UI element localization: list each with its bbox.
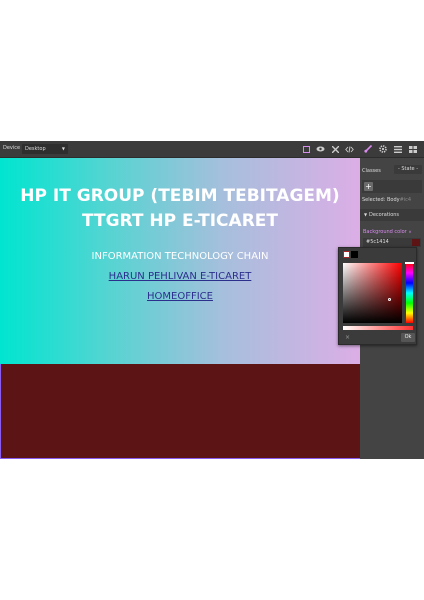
hero-subtitle: INFORMATION TECHNOLOGY CHAIN xyxy=(91,251,269,262)
square-outline-icon[interactable] xyxy=(301,144,311,154)
homeoffice-link[interactable]: HOMEOFFICE xyxy=(147,291,213,302)
ok-button[interactable]: Ok xyxy=(401,333,415,342)
alpha-slider[interactable] xyxy=(343,326,413,330)
selected-id: #ic4 xyxy=(399,197,412,203)
eye-icon[interactable] xyxy=(315,144,325,154)
gear-icon[interactable] xyxy=(378,144,388,154)
hero-title-line2: TTGRT HP E-TICARET xyxy=(81,211,278,231)
selected-label: Selected: xyxy=(362,197,386,203)
classes-label: Classes xyxy=(362,168,381,174)
color-swatch[interactable] xyxy=(412,239,420,246)
hero-section[interactable]: HP IT GROUP (TEBIM TEBITAGEM) TTGRT HP E… xyxy=(0,158,360,364)
color-picker-handle[interactable] xyxy=(388,298,391,301)
add-class-button[interactable]: + xyxy=(364,182,373,191)
selected-body-section[interactable] xyxy=(0,364,360,459)
hero-link-company[interactable]: HARUN PEHLIVAN E-TICARET xyxy=(0,271,360,282)
blocks-icon[interactable] xyxy=(408,144,418,154)
selected-info: Selected: Body#ic4 xyxy=(362,197,411,203)
design-canvas[interactable]: HP IT GROUP (TEBIM TEBITAGEM) TTGRT HP E… xyxy=(0,158,360,459)
decorations-label: Decorations xyxy=(369,212,400,218)
background-color-input[interactable]: #5c1414 xyxy=(366,238,389,247)
hue-slider-handle[interactable] xyxy=(405,262,414,264)
background-color-field[interactable]: #5c1414 xyxy=(363,238,421,247)
saturation-area[interactable] xyxy=(343,263,402,323)
previous-color-swatch[interactable] xyxy=(351,251,358,258)
hero-link-homeoffice[interactable]: HOMEOFFICE xyxy=(0,291,360,302)
code-icon[interactable] xyxy=(344,144,354,154)
device-label: Device xyxy=(3,145,21,151)
device-select[interactable]: Desktop ▼ xyxy=(22,144,68,154)
device-select-value: Desktop xyxy=(25,146,46,152)
paintbrush-icon[interactable] xyxy=(363,144,373,154)
background-color-label: Background color ⨯ xyxy=(363,229,412,235)
state-select[interactable]: - State - xyxy=(394,165,422,174)
company-link[interactable]: HARUN PEHLIVAN E-TICARET xyxy=(109,271,252,282)
hue-slider[interactable] xyxy=(406,263,413,323)
decorations-sector[interactable]: ▼ Decorations xyxy=(360,209,424,221)
hero-title-line1: HP IT GROUP (TEBIM TEBITAGEM) xyxy=(20,186,340,206)
current-color-swatch xyxy=(343,251,350,258)
cancel-icon[interactable]: × xyxy=(345,334,350,341)
top-toolbar: Device Desktop ▼ xyxy=(0,141,424,158)
color-picker-popup: × Ok xyxy=(338,247,417,345)
chevron-down-icon: ▼ xyxy=(61,146,65,151)
fullscreen-icon[interactable] xyxy=(330,144,340,154)
caret-down-icon: ▼ xyxy=(364,212,368,217)
menu-icon[interactable] xyxy=(393,144,403,154)
selected-value: Body xyxy=(386,197,400,203)
